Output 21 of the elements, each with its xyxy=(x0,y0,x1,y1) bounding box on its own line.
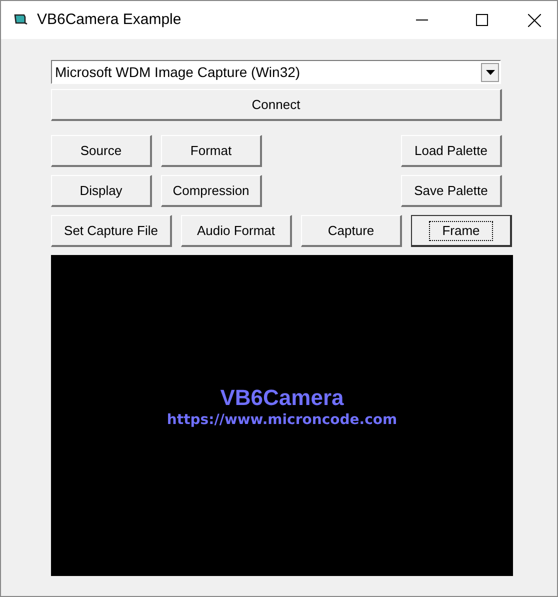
push-button[interactable]: Frame xyxy=(411,215,512,247)
caret-icon xyxy=(486,70,494,74)
maximize-icon xyxy=(476,14,488,26)
push-button[interactable]: Source xyxy=(51,135,152,167)
push-button[interactable]: Save Palette xyxy=(401,175,502,207)
push-button[interactable]: Capture xyxy=(301,215,402,247)
push-button[interactable]: Display xyxy=(51,175,152,207)
window-title: VB6Camera Example xyxy=(37,10,182,30)
minimize-icon xyxy=(416,19,428,21)
close-icon xyxy=(528,14,540,26)
push-button[interactable]: Connect xyxy=(51,89,502,121)
preview-title: VB6Camera xyxy=(220,386,344,410)
push-button[interactable]: Format xyxy=(161,135,262,167)
push-button[interactable]: Load Palette xyxy=(401,135,502,167)
device-dropdown[interactable]: Microsoft WDM Image Capture (Win32) xyxy=(51,60,501,84)
preview-url: https://www.microncode.com xyxy=(166,411,398,430)
push-button[interactable]: Set Capture File xyxy=(51,215,172,247)
push-button[interactable]: Audio Format xyxy=(181,215,292,247)
dropdown-arrow-button[interactable] xyxy=(481,62,499,82)
dropdown-value: Microsoft WDM Image Capture (Win32) xyxy=(54,62,302,82)
push-button[interactable]: Compression xyxy=(161,175,262,207)
